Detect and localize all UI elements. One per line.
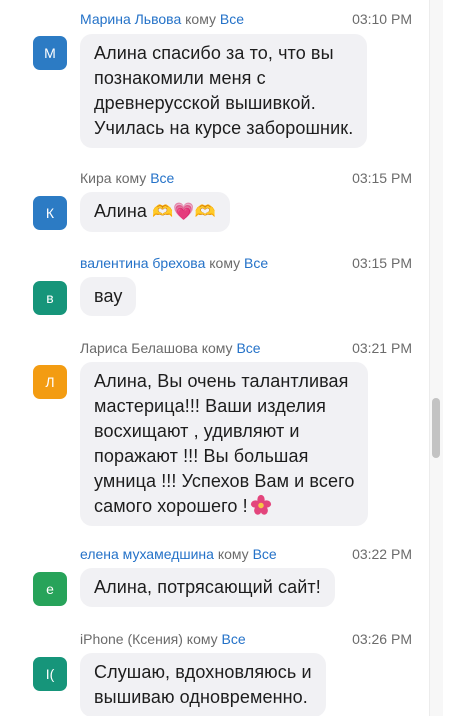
recipient-link[interactable]: Все — [244, 255, 268, 271]
message-time: 03:10 PM — [352, 11, 412, 27]
heart-hands-emoji: 🫶💗🫶 — [152, 202, 216, 222]
to-word: кому — [209, 255, 241, 271]
message-bubble: Алина, потрясающий сайт! — [80, 568, 335, 607]
message-line: Алина, потрясающий сайт! — [94, 577, 321, 597]
to-word: кому — [185, 11, 216, 27]
recipient-link[interactable]: Все — [222, 631, 246, 647]
recipient-link[interactable]: Все — [253, 546, 277, 562]
message-bubble: Алина, Вы очень талантливая мастерица!!!… — [80, 362, 369, 526]
message-header: Лариса Белашова кому Все — [80, 338, 261, 358]
message-header: валентина брехова кому Все — [80, 253, 268, 273]
message-text: Алина — [94, 201, 148, 221]
message-bubble: вау — [80, 277, 137, 316]
message-line: Алина, Вы очень талантливая — [94, 371, 349, 391]
sender-name[interactable]: iPhone (Ксения) — [80, 631, 183, 647]
message-bubble: Алина спасибо за то, что вы познакомили … — [80, 34, 368, 148]
recipient-link[interactable]: Все — [236, 340, 260, 356]
message-time: 03:15 PM — [352, 170, 412, 186]
message-time: 03:21 PM — [352, 340, 412, 356]
avatar: I( — [33, 657, 67, 691]
message-header: iPhone (Ксения) кому Все — [80, 629, 246, 649]
flower-icon — [250, 494, 271, 515]
recipient-link[interactable]: Все — [150, 170, 174, 186]
scrollbar[interactable] — [426, 0, 449, 716]
message-time: 03:15 PM — [352, 255, 412, 271]
message-bubble: Слушаю, вдохновляюсь и вышиваю одновреме… — [80, 653, 326, 716]
message-bubble: Алина 🫶💗🫶 — [80, 192, 230, 232]
message-line: древнерусской вышивкой. — [94, 93, 316, 113]
scrollbar-thumb[interactable] — [432, 398, 440, 458]
to-word: кому — [186, 631, 218, 647]
to-word: кому — [115, 170, 147, 186]
message-line: Слушаю, вдохновляюсь и — [94, 662, 312, 682]
avatar: М — [33, 36, 67, 70]
message-line: восхищают , удивляют и — [94, 421, 300, 441]
sender-name[interactable]: елена мухамедшина — [80, 546, 214, 562]
message-line: вау — [94, 286, 123, 306]
message-header: Марина Львова кому Все — [80, 9, 244, 29]
sender-name[interactable]: Марина Львова — [80, 11, 181, 27]
message-header: елена мухамедшина кому Все — [80, 544, 277, 564]
avatar: К — [33, 196, 67, 230]
avatar: е — [33, 572, 67, 606]
message-time: 03:22 PM — [352, 546, 412, 562]
message-header: Кира кому Все — [80, 168, 174, 188]
to-word: кому — [201, 340, 233, 356]
message-line: мастерица!!! Ваши изделия — [94, 396, 326, 416]
message-line: познакомили меня с — [94, 68, 266, 88]
message-line: вышиваю одновременно. — [94, 687, 308, 707]
message-line: Училась на курсе заборошник. — [94, 118, 354, 138]
message-line: Алина спасибо за то, что вы — [94, 43, 334, 63]
sender-name[interactable]: валентина брехова — [80, 255, 205, 271]
sender-name[interactable]: Лариса Белашова — [80, 340, 198, 356]
sender-name[interactable]: Кира — [80, 170, 112, 186]
recipient-link[interactable]: Все — [220, 11, 244, 27]
chat-message-list[interactable]: Марина Львова кому Все 03:10 PM М Алина … — [0, 0, 426, 716]
message-time: 03:26 PM — [352, 631, 412, 647]
to-word: кому — [217, 546, 249, 562]
message-line: умница !!! Успехов Вам и всего — [94, 471, 355, 491]
message-line: Алина 🫶💗🫶 — [94, 199, 216, 225]
scrollbar-track[interactable] — [429, 0, 443, 716]
message-line: поражают !!! Вы большая — [94, 446, 309, 466]
avatar: Л — [33, 365, 67, 399]
message-line-with-emoji: самого хорошего ! — [94, 494, 354, 519]
message-text: самого хорошего ! — [94, 496, 248, 516]
avatar: в — [33, 281, 67, 315]
